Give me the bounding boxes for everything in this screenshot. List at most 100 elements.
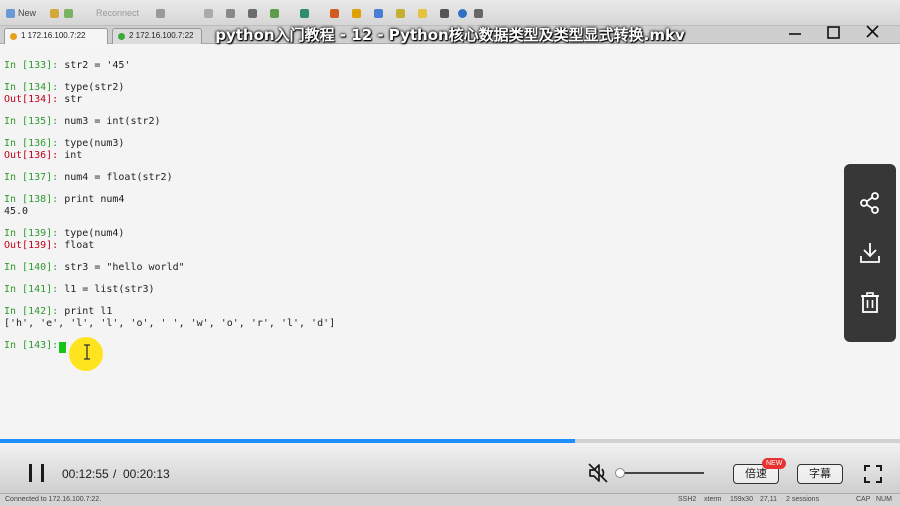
log-icon	[418, 9, 427, 18]
copy-icon	[156, 9, 165, 18]
video-title: python入门教程 - 12 - Python核心数据类型及类型显式转换.mk…	[215, 26, 685, 44]
input-code: str3 = "hello world"	[64, 262, 185, 273]
terminal-input-line: In [141]: l1 = list(str3)	[4, 284, 155, 296]
terminal-status-bar: Connected to 172.16.100.7:22. SSH2 xterm…	[0, 493, 900, 506]
input-prompt: In [	[4, 306, 29, 317]
protocol-label: SSH2	[678, 496, 697, 503]
input-prompt: In [	[4, 340, 29, 351]
input-code: print num4	[64, 194, 125, 205]
output-prompt: ]:	[46, 150, 65, 161]
muted-speaker-icon	[588, 463, 608, 483]
share-button[interactable]	[857, 190, 883, 216]
terminal-input-line: In [138]: print num4	[4, 194, 124, 206]
current-time: 00:12:55	[62, 467, 109, 481]
input-prompt: In [	[4, 194, 29, 205]
terminal-printed-output: ['h', 'e', 'l', 'l', 'o', ' ', 'w', 'o',…	[4, 318, 335, 330]
folder-icon	[50, 9, 59, 18]
connection-status: Connected to 172.16.100.7:22.	[5, 496, 102, 503]
caps-lock-indicator: CAP	[856, 496, 871, 503]
key-icon	[352, 9, 361, 18]
terminal-input-line: In [133]: str2 = '45'	[4, 60, 130, 72]
output-value: int	[64, 150, 83, 161]
printed-value: 45.0	[4, 206, 29, 217]
sftp-icon	[374, 9, 383, 18]
maximize-button[interactable]	[816, 22, 850, 46]
input-prompt: In [	[4, 284, 29, 295]
total-time: 00:20:13	[123, 467, 170, 481]
printed-value: ['h', 'e', 'l', 'l', 'o', ' ', 'w', 'o',…	[4, 318, 336, 329]
delete-button[interactable]	[857, 290, 883, 316]
terminal-cursor	[59, 342, 66, 353]
map-icon	[270, 9, 279, 18]
time-separator: /	[113, 467, 117, 481]
mute-button[interactable]	[586, 461, 610, 485]
input-prompt: In [	[4, 60, 29, 71]
input-code: type(str2)	[64, 82, 125, 93]
input-prompt: ]:	[46, 262, 65, 273]
terminal-type: xterm	[704, 496, 722, 503]
trash-icon	[861, 292, 879, 313]
new-badge: NEW	[762, 458, 787, 469]
video-viewport[interactable]: New Reconnect 1 172.16.100.7:22 2 172.16…	[0, 0, 900, 506]
input-prompt: In [	[4, 262, 29, 273]
pause-icon	[29, 464, 44, 482]
fullscreen-button[interactable]	[862, 463, 884, 485]
input-prompt: ]:	[46, 306, 65, 317]
download-icon	[860, 243, 880, 263]
terminal-input-line: In [142]: print l1	[4, 306, 112, 318]
input-number: 143	[28, 340, 47, 351]
volume-knob[interactable]	[615, 468, 625, 478]
player-title-bar[interactable]: python入门教程 - 12 - Python核心数据类型及类型显式转换.mk…	[0, 22, 900, 48]
subtitle-button[interactable]: 字幕	[797, 464, 843, 484]
pause-button[interactable]	[26, 461, 50, 485]
close-button[interactable]	[856, 22, 890, 46]
terminal-input-line: In [137]: num4 = float(str2)	[4, 172, 173, 184]
terminal-input-line: In [134]: type(str2)	[4, 82, 124, 94]
input-prompt: ]:	[46, 138, 65, 149]
print-icon	[204, 9, 213, 18]
output-prompt: ]:	[46, 94, 65, 105]
output-number: 139	[28, 240, 47, 251]
input-prompt: ]:	[46, 172, 65, 183]
input-code: print l1	[64, 306, 113, 317]
terminal-input-line: In [135]: num3 = int(str2)	[4, 116, 161, 128]
find-icon	[226, 9, 235, 18]
output-prompt: ]:	[46, 240, 65, 251]
help-icon	[458, 9, 467, 18]
input-number: 134	[28, 82, 47, 93]
link-icon	[64, 9, 73, 18]
input-prompt: ]:	[46, 228, 65, 239]
input-code: type(num4)	[64, 228, 125, 239]
output-value: float	[64, 240, 95, 251]
player-control-bar: 00:12:55 / 00:20:13 倍速 NEW 字幕	[0, 443, 900, 493]
terminal-size: 159x30	[730, 496, 753, 503]
input-number: 138	[28, 194, 47, 205]
input-code: type(num3)	[64, 138, 125, 149]
output-value: str	[64, 94, 83, 105]
terminal-input-line: In [143]:	[4, 340, 64, 352]
terminal-output[interactable]: In [133]: str2 = '45' In [134]: type(str2…	[0, 48, 900, 438]
input-code: l1 = list(str3)	[64, 284, 155, 295]
output-number: 134	[28, 94, 47, 105]
input-prompt: In [	[4, 138, 29, 149]
app-icon	[6, 9, 15, 18]
volume-slider[interactable]	[620, 472, 704, 474]
output-prompt: Out[	[4, 94, 29, 105]
input-prompt: In [	[4, 228, 29, 239]
terminal-output-line: Out[139]: float	[4, 240, 94, 252]
terminal-printed-output: 45.0	[4, 206, 28, 218]
maximize-icon	[827, 26, 840, 39]
terminal-input-line: In [139]: type(num4)	[4, 228, 124, 240]
minimize-button[interactable]	[778, 22, 812, 46]
input-prompt: ]:	[46, 194, 65, 205]
share-icon	[860, 192, 879, 214]
fullscreen-icon	[864, 465, 882, 483]
output-number: 136	[28, 150, 47, 161]
input-prompt: ]:	[46, 60, 65, 71]
toolbar-reconnect-label: Reconnect	[96, 8, 140, 18]
settings-icon	[248, 9, 257, 18]
input-prompt: In [	[4, 82, 29, 93]
toolbar-new-label: New	[18, 8, 37, 18]
script-icon	[330, 9, 339, 18]
download-button[interactable]	[857, 240, 883, 266]
